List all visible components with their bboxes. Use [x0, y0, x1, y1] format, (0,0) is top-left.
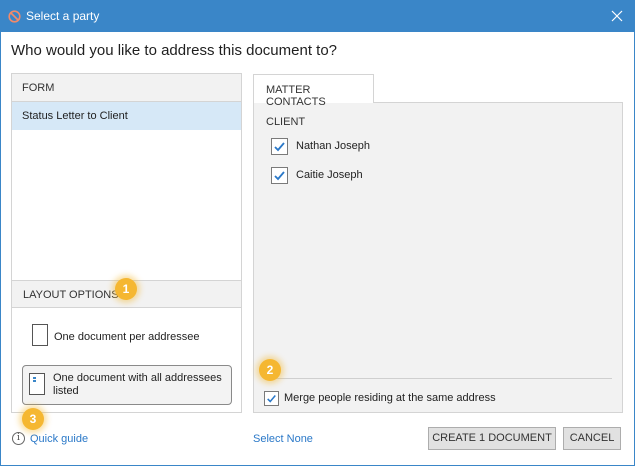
info-icon: i [12, 432, 25, 445]
single-document-icon [32, 324, 48, 346]
layout-options-label: LAYOUT OPTIONS [23, 289, 119, 301]
list-document-icon [29, 373, 45, 395]
create-document-button[interactable]: CREATE 1 DOCUMENT [428, 427, 556, 450]
form-header-label: FORM [22, 82, 55, 94]
checkmark-icon [274, 142, 285, 152]
tab-matter-contacts[interactable]: MATTER CONTACTS [253, 74, 374, 108]
form-item-label: Status Letter to Client [22, 110, 128, 122]
app-logo-icon [8, 10, 21, 23]
quick-guide-link[interactable]: Quick guide [30, 433, 88, 445]
select-party-dialog: Select a party Who would you like to add… [0, 0, 635, 466]
merge-checkbox[interactable] [264, 391, 279, 406]
cancel-button[interactable]: CANCEL [563, 427, 621, 450]
client-group-label: CLIENT [266, 116, 306, 128]
contact-name: Caitie Joseph [296, 169, 363, 181]
layout-option-label: One document per addressee [54, 331, 200, 343]
close-icon[interactable] [608, 7, 626, 25]
step-badge-3: 3 [22, 408, 44, 430]
step-badge-2: 2 [259, 359, 281, 381]
merge-label: Merge people residing at the same addres… [284, 392, 496, 404]
checkmark-icon [274, 171, 285, 181]
select-none-link[interactable]: Select None [253, 433, 313, 445]
form-header: FORM [12, 74, 241, 102]
form-item-status-letter[interactable]: Status Letter to Client [12, 102, 241, 130]
tab-label: MATTER CONTACTS [266, 84, 326, 108]
dialog-heading: Who would you like to address this docum… [11, 42, 338, 59]
contact-name: Nathan Joseph [296, 140, 370, 152]
contacts-panel: CLIENT Nathan Joseph Caitie Joseph Merge… [253, 102, 623, 413]
contact-checkbox[interactable] [271, 167, 288, 184]
divider [264, 378, 612, 379]
window-title: Select a party [26, 9, 100, 23]
layout-option-label: One document with all addressees listed [53, 372, 222, 397]
contact-checkbox[interactable] [271, 138, 288, 155]
layout-option-all-addressees[interactable]: One document with all addressees listed [22, 365, 232, 405]
step-badge-1: 1 [115, 278, 137, 300]
form-panel: FORM Status Letter to Client LAYOUT OPTI… [11, 73, 242, 413]
checkmark-icon [267, 395, 276, 403]
layout-option-per-addressee[interactable]: One document per addressee [22, 322, 232, 352]
title-bar: Select a party [1, 1, 634, 32]
